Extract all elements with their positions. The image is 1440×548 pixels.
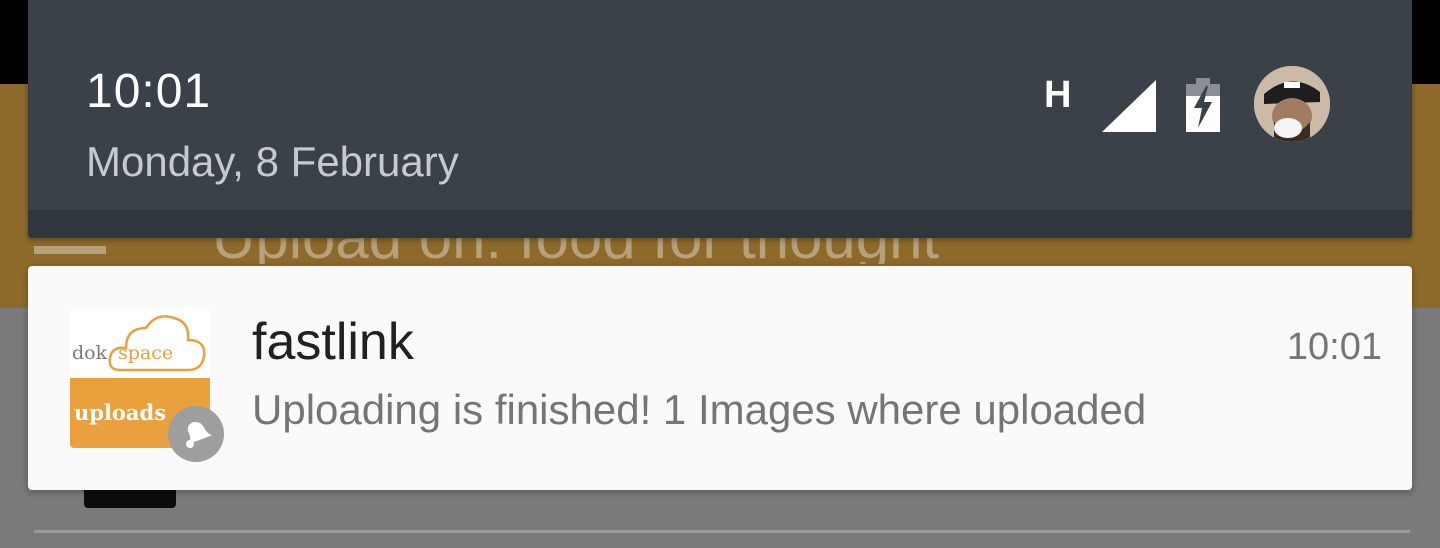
notification-bell-icon <box>168 406 224 462</box>
user-avatar[interactable] <box>1254 66 1330 142</box>
notification-message: Uploading is finished! 1 Images where up… <box>252 386 1147 433</box>
logo-word-space: space <box>118 342 174 364</box>
status-icons: H <box>1044 66 1344 146</box>
notification-shade-header: 10:01 Monday, 8 February H <box>28 0 1412 238</box>
date-label[interactable]: Monday, 8 February <box>86 138 459 186</box>
logo-word-dok: dok <box>72 342 108 364</box>
logo-word-uploads: uploads <box>74 400 167 425</box>
avatar-photo-icon <box>1254 66 1330 142</box>
hamburger-icon <box>34 246 106 254</box>
notification-card[interactable]: dok space uploads fastlink 10:01 Uploadi… <box>28 266 1412 490</box>
network-type-label: H <box>1044 74 1072 116</box>
notification-time: 10:01 <box>1286 326 1382 368</box>
clock[interactable]: 10:01 <box>86 64 211 119</box>
header-bottom-strip <box>28 210 1412 238</box>
notification-app-name: fastlink <box>252 313 414 371</box>
battery-charging-icon <box>1186 78 1220 132</box>
signal-full-icon <box>1102 80 1156 132</box>
background-divider <box>34 530 1410 533</box>
